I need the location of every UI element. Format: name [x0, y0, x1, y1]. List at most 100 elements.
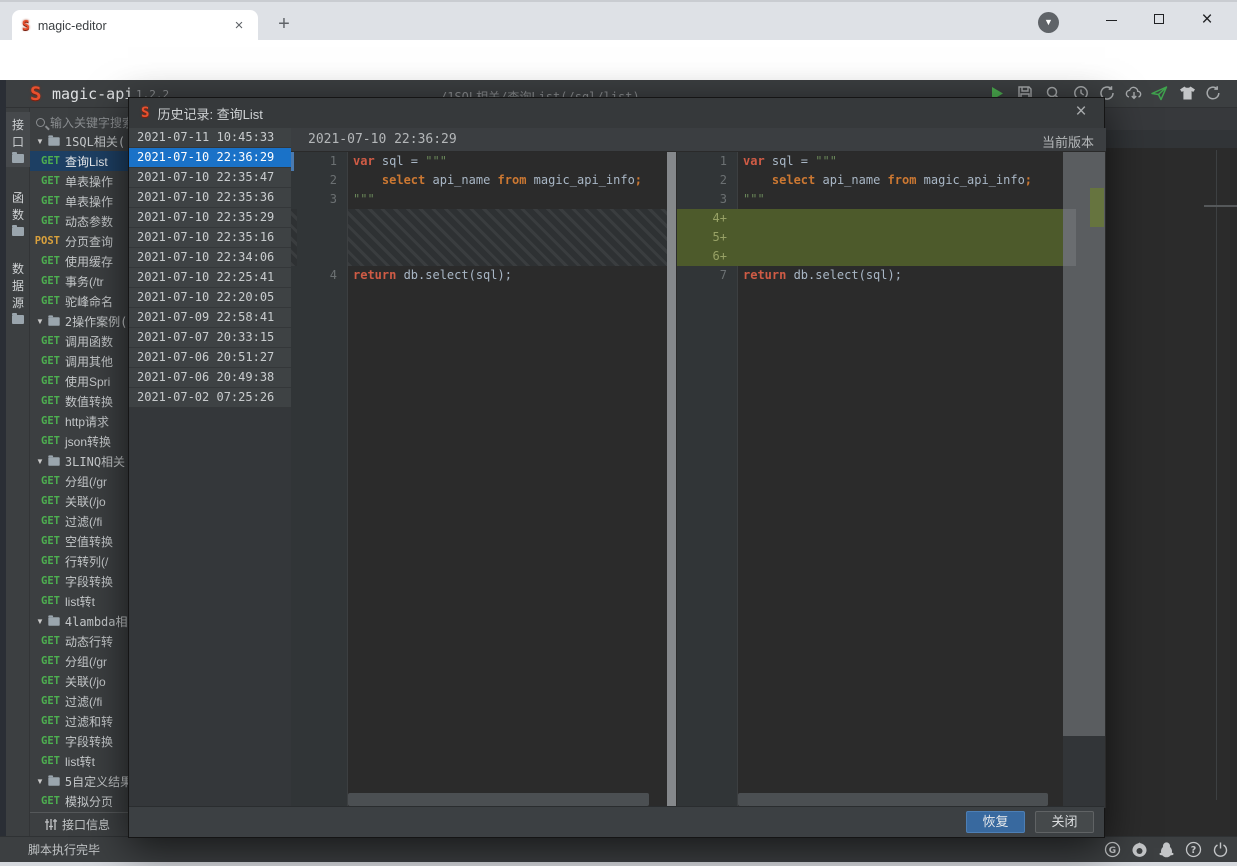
history-item[interactable]: 2021-07-10 22:20:05 — [129, 288, 291, 308]
rail-tab-function[interactable]: 函数 — [6, 185, 30, 240]
help-icon[interactable]: ? — [1185, 841, 1202, 858]
rail-tab-datasource[interactable]: 数据源 — [6, 256, 30, 328]
added-code-line: 4+ — [677, 209, 1076, 228]
method-badge: GET — [30, 395, 60, 407]
tree-group-header[interactable]: ▼1SQL相关( — [30, 131, 128, 151]
tree-item-分组(/gr[interactable]: GET分组(/gr — [30, 651, 128, 671]
restore-button[interactable]: 恢复 — [966, 811, 1025, 833]
method-badge: GET — [30, 275, 60, 287]
history-item[interactable]: 2021-07-10 22:35:47 — [129, 168, 291, 188]
tree-item-label: 过滤(/fi — [65, 513, 102, 530]
tree-search-input[interactable]: 输入关键字搜索 — [30, 112, 128, 132]
bg-editor-scroll-track[interactable] — [1216, 150, 1217, 800]
history-item[interactable]: 2021-07-06 20:49:38 — [129, 368, 291, 388]
tree-item-字段转换[interactable]: GET字段转换 — [30, 571, 128, 591]
tree-group-header[interactable]: ▼5自定义结果 — [30, 771, 128, 791]
line-number: 5+ — [677, 228, 738, 247]
bg-editor-area[interactable] — [1105, 148, 1237, 836]
history-item[interactable]: 2021-07-06 20:51:27 — [129, 348, 291, 368]
tree-item-动态行转[interactable]: GET动态行转 — [30, 631, 128, 651]
tree-item-过滤和转[interactable]: GET过滤和转 — [30, 711, 128, 731]
screen: { "colors": { "accent_blue": "#1a72c8", … — [0, 0, 1237, 866]
history-item[interactable]: 2021-07-02 07:25:26 — [129, 388, 291, 408]
rail-tab-api[interactable]: 接口 — [6, 112, 30, 167]
tree-item-list转t[interactable]: GETlist转t — [30, 591, 128, 611]
tab-close-icon[interactable]: × — [230, 17, 248, 35]
theme-shirt-icon[interactable] — [1178, 84, 1196, 102]
tree-item-关联(/jo[interactable]: GET关联(/jo — [30, 671, 128, 691]
tree-item-使用Spri[interactable]: GET使用Spri — [30, 371, 128, 391]
method-badge: GET — [30, 655, 60, 667]
right-editor-hscrollbar[interactable] — [738, 793, 1048, 806]
modal-logo-icon: S — [141, 105, 149, 121]
tree-item-关联(/jo[interactable]: GET关联(/jo — [30, 491, 128, 511]
line-number: 6+ — [677, 247, 738, 266]
browser-tab[interactable]: S magic-editor × — [12, 10, 258, 42]
left-editor-hscrollbar[interactable] — [348, 793, 649, 806]
tree-item-单表操作[interactable]: GET单表操作 — [30, 191, 128, 211]
favicon-s-icon: S — [22, 19, 30, 34]
tree-item-过滤(/fi[interactable]: GET过滤(/fi — [30, 511, 128, 531]
tree-item-动态参数[interactable]: GET动态参数 — [30, 211, 128, 231]
history-item[interactable]: 2021-07-10 22:36:29 — [129, 148, 291, 168]
window-maximize-button[interactable] — [1144, 8, 1174, 32]
method-badge: GET — [30, 295, 60, 307]
bg-editor-scroll-thumb[interactable] — [1204, 205, 1237, 207]
tree-item-查询List[interactable]: GET查询List — [30, 151, 128, 171]
tree-item-label: list转t — [65, 753, 95, 770]
history-modal: S 历史记录: 查询List × 2021-07-11 10:45:332021… — [128, 97, 1105, 838]
history-item[interactable]: 2021-07-09 22:58:41 — [129, 308, 291, 328]
left-editor-vscrollbar[interactable] — [667, 152, 676, 808]
push-plane-icon[interactable] — [1150, 84, 1168, 102]
window-minimize-button[interactable] — [1096, 8, 1126, 32]
tree-item-http请求[interactable]: GEThttp请求 — [30, 411, 128, 431]
tree-item-使用缓存[interactable]: GET使用缓存 — [30, 251, 128, 271]
modal-close-icon[interactable]: × — [1070, 101, 1092, 123]
history-item[interactable]: 2021-07-10 22:35:36 — [129, 188, 291, 208]
history-item[interactable]: 2021-07-10 22:34:06 — [129, 248, 291, 268]
code-line: 3""" — [677, 190, 1106, 209]
left-gutter — [291, 152, 348, 808]
github-icon[interactable] — [1131, 841, 1148, 858]
history-item[interactable]: 2021-07-10 22:25:41 — [129, 268, 291, 288]
tree-item-list转t[interactable]: GETlist转t — [30, 751, 128, 771]
tree-item-行转列(/[interactable]: GET行转列(/ — [30, 551, 128, 571]
power-icon[interactable] — [1212, 841, 1229, 858]
diff-left-editor[interactable]: 1var sql = """2 select api_name from mag… — [291, 152, 667, 808]
tree-group-header[interactable]: ▼3LINQ相关 — [30, 451, 128, 471]
code-line: 7return db.select(sql); — [677, 266, 1106, 285]
tree-item-模拟分页[interactable]: GET模拟分页 — [30, 791, 128, 811]
tree-item-调用函数[interactable]: GET调用函数 — [30, 331, 128, 351]
tree-item-调用其他[interactable]: GET调用其他 — [30, 351, 128, 371]
new-tab-button[interactable]: + — [270, 11, 298, 39]
close-button[interactable]: 关闭 — [1035, 811, 1094, 833]
tree-item-label: 事务(/tr — [65, 273, 104, 290]
qq-icon[interactable] — [1158, 841, 1175, 858]
history-item[interactable]: 2021-07-10 22:35:29 — [129, 208, 291, 228]
tree-item-label: 关联(/jo — [65, 493, 106, 510]
tree-item-事务(/tr[interactable]: GET 事务(/tr — [30, 271, 128, 291]
tree-item-单表操作[interactable]: GET单表操作 — [30, 171, 128, 191]
tree-group-header[interactable]: ▼2操作案例( — [30, 311, 128, 331]
tree-item-json转换[interactable]: GETjson转换 — [30, 431, 128, 451]
refresh-icon[interactable] — [1204, 84, 1222, 102]
tab-search-icon[interactable]: ▼ — [1038, 12, 1059, 33]
tree-item-过滤(/fi[interactable]: GET过滤(/fi — [30, 691, 128, 711]
tree-item-分组(/gr[interactable]: GET分组(/gr — [30, 471, 128, 491]
tree-item-数值转换[interactable]: GET数值转换 — [30, 391, 128, 411]
api-info-item[interactable]: 接口信息 — [30, 812, 128, 836]
added-code-line: 6+ — [677, 247, 1076, 266]
window-close-button[interactable]: × — [1192, 8, 1222, 32]
diff-right-editor[interactable]: 1var sql = """2 select api_name from mag… — [677, 152, 1106, 808]
history-item[interactable]: 2021-07-11 10:45:33 — [129, 128, 291, 148]
tree-item-label: list转t — [65, 593, 95, 610]
tree-group-header[interactable]: ▼4lambda相 — [30, 611, 128, 631]
download-cloud-icon[interactable] — [1124, 84, 1142, 102]
tree-item-分页查询[interactable]: POST分页查询 — [30, 231, 128, 251]
tree-item-驼峰命名[interactable]: GET驼峰命名 — [30, 291, 128, 311]
history-item[interactable]: 2021-07-10 22:35:16 — [129, 228, 291, 248]
tree-item-字段转换[interactable]: GET字段转换 — [30, 731, 128, 751]
history-item[interactable]: 2021-07-07 20:33:15 — [129, 328, 291, 348]
tree-item-空值转换[interactable]: GET空值转换 — [30, 531, 128, 551]
gitee-icon[interactable]: G — [1104, 841, 1121, 858]
